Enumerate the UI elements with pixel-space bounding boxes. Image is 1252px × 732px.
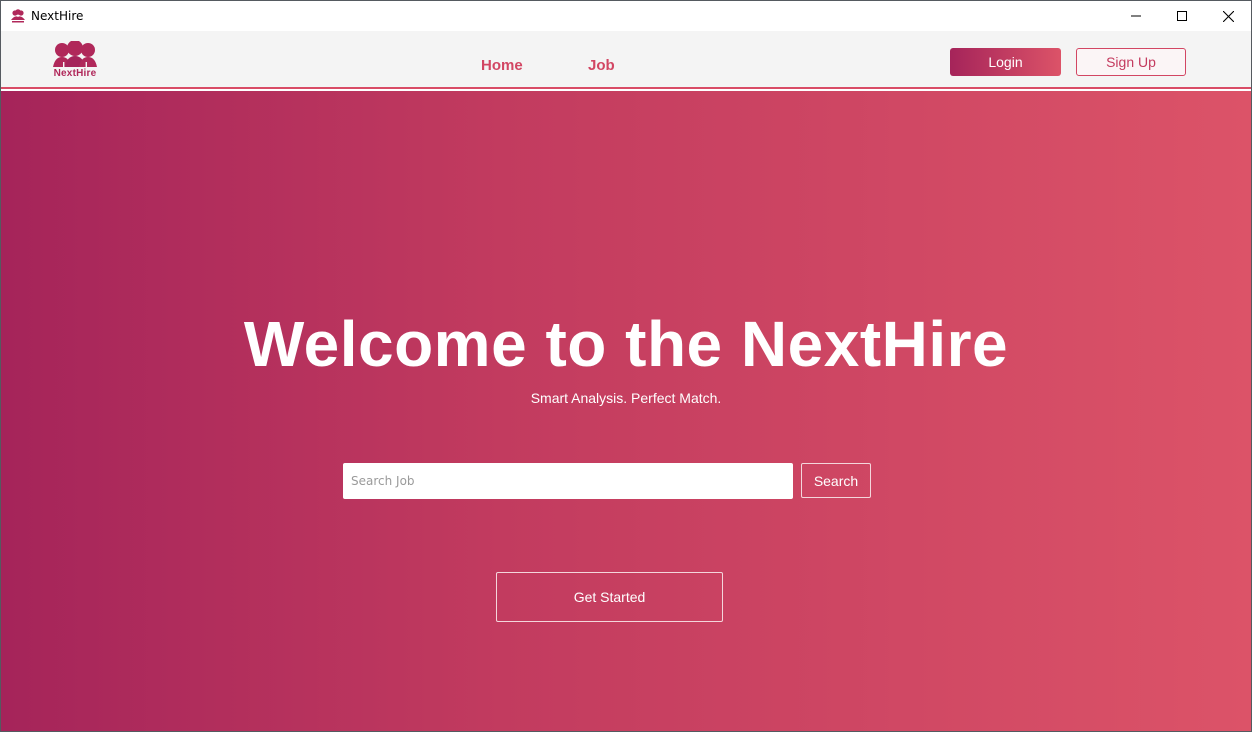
maximize-icon — [1177, 11, 1187, 21]
get-started-button[interactable]: Get Started — [496, 572, 723, 622]
hero-section: Welcome to the NextHire Smart Analysis. … — [1, 91, 1251, 731]
nav-link-job[interactable]: Job — [588, 57, 615, 74]
navbar: NextHire Home Job Login Sign Up — [1, 31, 1251, 89]
login-button[interactable]: Login — [950, 48, 1061, 76]
logo-text: NextHire — [53, 68, 97, 79]
minimize-icon — [1131, 15, 1141, 17]
app-window: NextHire NextHire Home Job Login Sign Up… — [0, 0, 1252, 732]
close-icon — [1222, 10, 1234, 22]
maximize-button[interactable] — [1159, 1, 1205, 31]
search-job-input[interactable] — [343, 463, 793, 499]
search-button[interactable]: Search — [801, 463, 871, 498]
nexthire-logo[interactable]: NextHire — [49, 41, 101, 81]
hero-title: Welcome to the NextHire — [243, 308, 1009, 380]
title-bar: NextHire — [1, 1, 1251, 31]
close-button[interactable] — [1205, 1, 1251, 31]
hero-subtitle: Smart Analysis. Perfect Match. — [530, 390, 722, 406]
window-title: NextHire — [31, 9, 84, 23]
minimize-button[interactable] — [1113, 1, 1159, 31]
people-group-icon — [53, 41, 97, 67]
signup-button[interactable]: Sign Up — [1076, 48, 1186, 76]
people-group-icon — [11, 9, 25, 23]
nav-link-home[interactable]: Home — [481, 57, 523, 74]
